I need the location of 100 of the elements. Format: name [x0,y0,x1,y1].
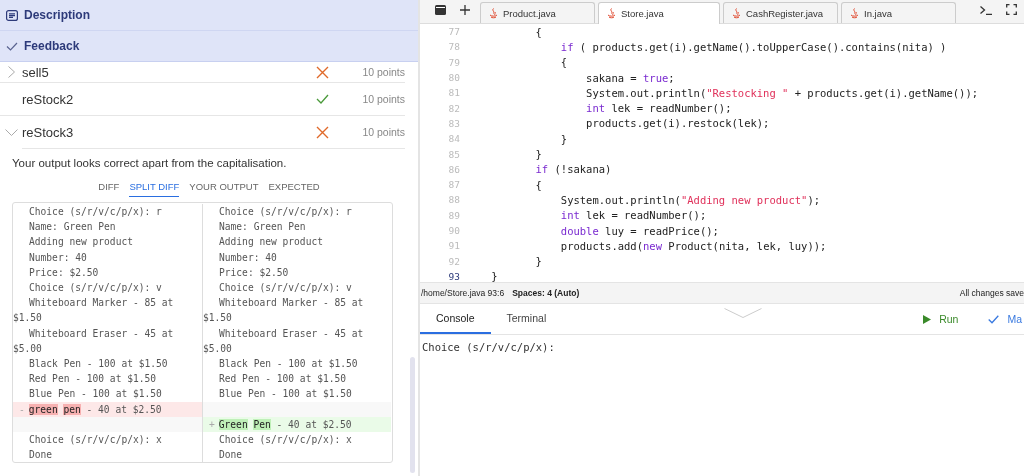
code-line: { [559,56,568,69]
test-row[interactable]: reStock3 10 points [22,116,405,149]
document-icon [6,9,18,21]
diff-line: Red Pen - 100 at $1.50 [28,372,158,387]
line-number: 79 [447,56,461,68]
section-title: Feedback [24,39,80,53]
code-line: } [534,148,542,160]
changed-word: Pen [253,418,271,430]
mark-button[interactable]: Ma [988,304,1022,334]
code-line: System.out.println("Adding new product"); [559,193,821,206]
changed-word: Green [218,418,248,430]
code-line: int lek = readNumber(); [559,209,707,222]
code-line: int lek = readNumber(); [585,102,732,115]
diff-line: Done [28,448,54,463]
file-tab[interactable]: In.java [841,2,956,23]
test-row[interactable]: sell5 10 points [0,62,405,83]
code-line: sakana = true; [585,71,675,84]
line-number: 83 [447,117,461,129]
code-line: if ( products.get(i).getName().toUpperCase().contains(nita) ) [559,40,947,53]
diff-line: Adding new product [202,234,391,250]
section-header[interactable]: Feedback [0,30,418,61]
test-name: reStock3 [22,124,75,140]
line-number: 77 [447,26,461,38]
diff-line: Number: 40 [28,250,88,265]
file-tab[interactable]: CashRegister.java [723,2,838,23]
indent-setting[interactable]: Spaces: 4 (Auto) [512,288,580,298]
console-output: Choice (s/r/v/c/p/x): [421,340,556,355]
code-line: if (!sakana) [534,163,612,176]
test-points: 10 points [361,93,405,105]
fullscreen-icon[interactable] [1006,4,1017,15]
line-number: 90 [447,225,461,236]
test-points: 10 points [361,66,405,78]
test-row[interactable]: reStock2 10 points [0,83,405,116]
code-line: } [490,270,498,283]
line-number: 87 [447,179,461,191]
code-line: products.get(i).restock(lek); [585,117,770,130]
code-line: System.out.println("Restocking " + products.get(i).getName()); [585,86,979,99]
test-name: reStock2 [22,91,75,107]
test-name: sell5 [22,64,50,80]
code-line: } [559,132,568,145]
diff-line: Choice (s/r/v/c/p/x): x [202,432,391,448]
diff-tab[interactable]: SPLIT DIFF [129,181,180,197]
check-icon [6,41,18,51]
diff-line: Whiteboard Eraser - 45 at $5.00 [13,326,175,356]
line-number: 84 [447,133,461,145]
test-points: 10 points [361,126,405,138]
code-line: double luy = readPrice(); [559,224,719,237]
diff-line: Choice (s/r/v/c/p/x): v [28,281,163,295]
line-number: 92 [447,255,461,267]
line-number: 89 [447,209,461,221]
console-tab[interactable]: Terminal [490,304,563,334]
line-number: 93 [447,270,461,282]
diff-line: Whiteboard Eraser - 45 at $5.00 [202,325,391,357]
code-line: } [534,255,542,268]
diff-line: Red Pen - 100 at $1.50 [202,371,391,387]
line-number: 91 [447,240,461,252]
diff-line: Choice (s/r/v/c/p/x): v [202,280,391,296]
scrollbar[interactable] [410,357,415,473]
diff-line: Whiteboard Marker - 85 at $1.50 [13,296,175,326]
code-line: { [534,178,542,191]
line-number: 82 [447,102,461,114]
feedback-message: Your output looks correct apart from the capitalisation. [11,156,288,171]
line-number: 86 [447,163,461,175]
diff-line: Number: 40 [202,249,391,265]
diff-tab[interactable]: DIFF [98,181,120,197]
diff-line: Choice (s/r/v/c/p/x): r [28,205,163,219]
console-tab[interactable]: Console [420,304,491,334]
diff-line: Black Pen - 100 at $1.50 [28,357,169,372]
diff-tab[interactable]: YOUR OUTPUT [189,181,259,197]
file-path: /home/Store.java 93:6 [421,288,505,298]
diff-line: Black Pen - 100 at $1.50 [202,356,391,372]
diff-line: Choice (s/r/v/c/p/x): x [28,433,163,448]
diff-line: Price: $2.50 [28,265,100,280]
run-button[interactable]: Run [923,304,959,334]
line-number: 85 [447,148,461,160]
file-tab[interactable]: Store.java [598,2,720,24]
java-icon [607,8,616,19]
terminal-icon[interactable] [980,6,992,15]
changed-word: green [28,403,58,415]
line-number: 81 [447,87,461,99]
save-status: All changes save [959,288,1024,298]
plus-icon[interactable] [460,5,470,15]
diff-line: Choice (s/r/v/c/p/x): r [202,204,391,220]
java-icon [850,7,859,19]
play-icon [923,314,932,324]
code-line: { [534,25,542,38]
file-tab[interactable]: Product.java [480,2,595,23]
diff-line: Whiteboard Marker - 85 at $1.50 [202,295,391,326]
section-title: Description [24,8,90,22]
section-header[interactable]: Description [0,0,418,30]
line-number: 78 [447,41,461,53]
diff-line: Name: Green Pen [28,220,117,235]
java-icon [732,7,741,19]
diff-tab[interactable]: EXPECTED [268,181,320,197]
diff-line: Blue Pen - 100 at $1.50 [28,387,163,402]
code-line: products.add(new Product(nita, lek, luy)); [559,239,827,252]
diff-line: Adding new product [28,235,134,250]
line-number: 88 [447,194,461,206]
diff-line: Blue Pen - 100 at $1.50 [202,386,391,402]
check-icon [988,314,1000,324]
